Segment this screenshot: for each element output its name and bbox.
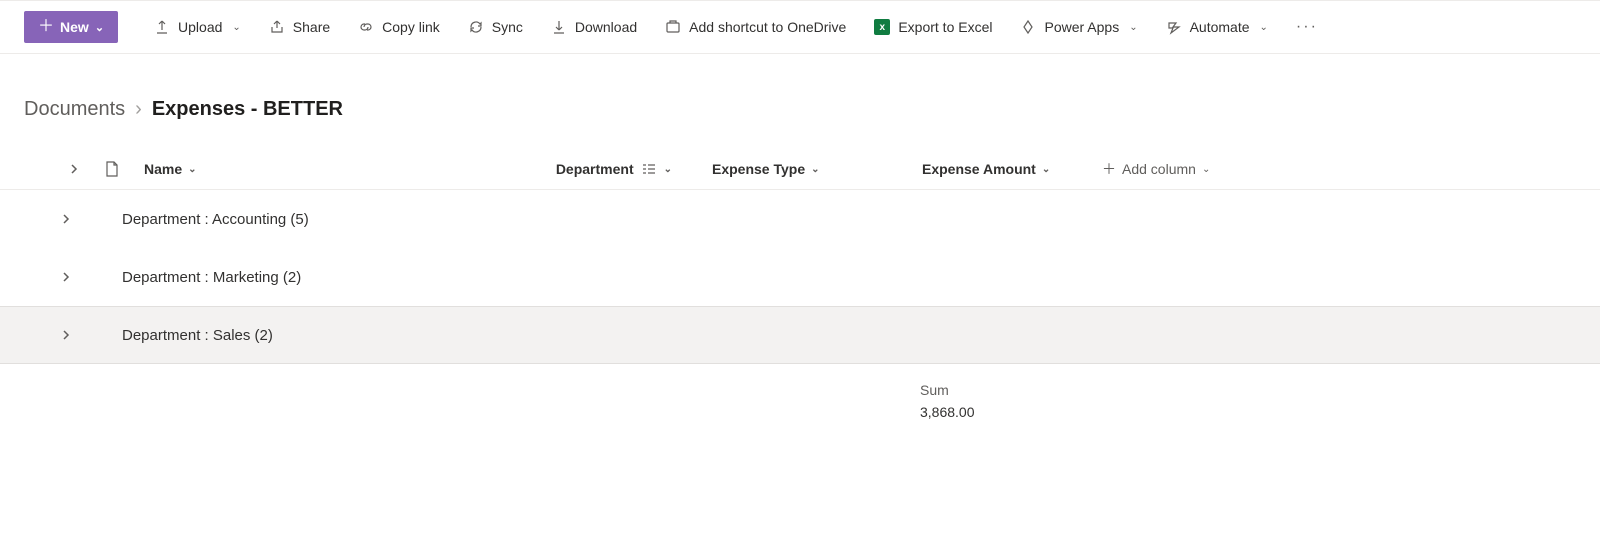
upload-label: Upload <box>178 19 222 35</box>
sync-label: Sync <box>492 19 523 35</box>
power-apps-button[interactable]: Power Apps ⌄ <box>1014 15 1143 39</box>
share-button[interactable]: Share <box>263 15 336 39</box>
sync-button[interactable]: Sync <box>462 15 529 39</box>
onedrive-shortcut-icon <box>665 19 681 35</box>
department-column-header[interactable]: Department ⌄ <box>502 161 672 177</box>
automate-button[interactable]: Automate ⌄ <box>1160 15 1274 39</box>
expense-type-column-label: Expense Type <box>712 161 805 177</box>
group-row[interactable]: Department : Accounting (5) <box>0 190 1600 248</box>
share-label: Share <box>293 19 330 35</box>
new-button[interactable]: ＋ New ⌄ <box>24 11 118 43</box>
expense-type-column-header[interactable]: Expense Type ⌄ <box>672 161 872 177</box>
group-label: Department : Marketing (2) <box>92 269 301 286</box>
add-shortcut-button[interactable]: Add shortcut to OneDrive <box>659 15 852 39</box>
power-apps-label: Power Apps <box>1044 19 1119 35</box>
group-by-icon <box>642 163 656 175</box>
chevron-down-icon: ⌄ <box>1129 22 1137 33</box>
chevron-right-icon <box>60 271 72 283</box>
list-header: Name ⌄ Department ⌄ Expense Type ⌄ Expen… <box>0 149 1600 190</box>
name-column-label: Name <box>144 161 182 177</box>
group-label: Department : Sales (2) <box>92 327 273 344</box>
command-bar: ＋ New ⌄ Upload ⌄ Share Copy link Sync Do… <box>0 0 1600 54</box>
new-button-label: New <box>60 19 89 35</box>
chevron-right-icon <box>60 213 72 225</box>
automate-label: Automate <box>1190 19 1250 35</box>
breadcrumb-root[interactable]: Documents <box>24 98 125 121</box>
upload-button[interactable]: Upload ⌄ <box>148 15 247 39</box>
copy-link-label: Copy link <box>382 19 440 35</box>
group-expand-toggle[interactable] <box>0 213 92 225</box>
group-expand-toggle[interactable] <box>0 329 92 341</box>
download-label: Download <box>575 19 637 35</box>
expense-amount-column-label: Expense Amount <box>922 161 1036 177</box>
export-excel-button[interactable]: x Export to Excel <box>868 15 998 39</box>
sync-icon <box>468 19 484 35</box>
excel-icon: x <box>874 19 890 35</box>
name-column-header[interactable]: Name ⌄ <box>132 161 502 177</box>
file-type-column[interactable] <box>92 161 132 177</box>
chevron-right-icon: › <box>135 98 142 121</box>
chevron-down-icon: ⌄ <box>1042 164 1050 175</box>
totals-row: Sum 3,868.00 <box>920 364 1600 420</box>
group-expand-toggle[interactable] <box>0 271 92 283</box>
add-column-label: Add column <box>1122 161 1196 177</box>
export-excel-label: Export to Excel <box>898 19 992 35</box>
chevron-down-icon: ⌄ <box>1202 164 1210 175</box>
plus-icon: ＋ <box>1102 159 1116 179</box>
breadcrumb-current: Expenses - BETTER <box>152 98 343 121</box>
group-row[interactable]: Department : Sales (2) <box>0 306 1600 364</box>
chevron-down-icon: ⌄ <box>188 164 196 175</box>
more-actions-button[interactable]: ··· <box>1290 14 1324 40</box>
add-column-button[interactable]: ＋ Add column ⌄ <box>1072 159 1272 179</box>
chevron-right-icon <box>60 329 72 341</box>
chevron-down-icon: ⌄ <box>232 22 240 33</box>
automate-icon <box>1166 19 1182 35</box>
link-icon <box>358 19 374 35</box>
group-row[interactable]: Department : Marketing (2) <box>0 248 1600 306</box>
chevron-down-icon: ⌄ <box>811 164 819 175</box>
chevron-down-icon: ⌄ <box>664 164 672 175</box>
upload-icon <box>154 19 170 35</box>
plus-icon: ＋ <box>38 19 54 35</box>
file-icon <box>105 161 119 177</box>
copy-link-button[interactable]: Copy link <box>352 15 446 39</box>
chevron-down-icon: ⌄ <box>95 21 104 34</box>
department-column-label: Department <box>556 161 634 177</box>
totals-label: Sum <box>920 382 1600 398</box>
add-shortcut-label: Add shortcut to OneDrive <box>689 19 846 35</box>
chevron-right-icon <box>68 163 80 175</box>
download-button[interactable]: Download <box>545 15 643 39</box>
download-icon <box>551 19 567 35</box>
chevron-down-icon: ⌄ <box>1260 22 1268 33</box>
share-icon <box>269 19 285 35</box>
group-label: Department : Accounting (5) <box>92 211 309 228</box>
breadcrumb: Documents › Expenses - BETTER <box>0 54 1600 149</box>
totals-value: 3,868.00 <box>920 404 1600 420</box>
expense-amount-column-header[interactable]: Expense Amount ⌄ <box>872 161 1072 177</box>
expand-all-toggle[interactable] <box>0 163 92 175</box>
power-apps-icon <box>1020 19 1036 35</box>
